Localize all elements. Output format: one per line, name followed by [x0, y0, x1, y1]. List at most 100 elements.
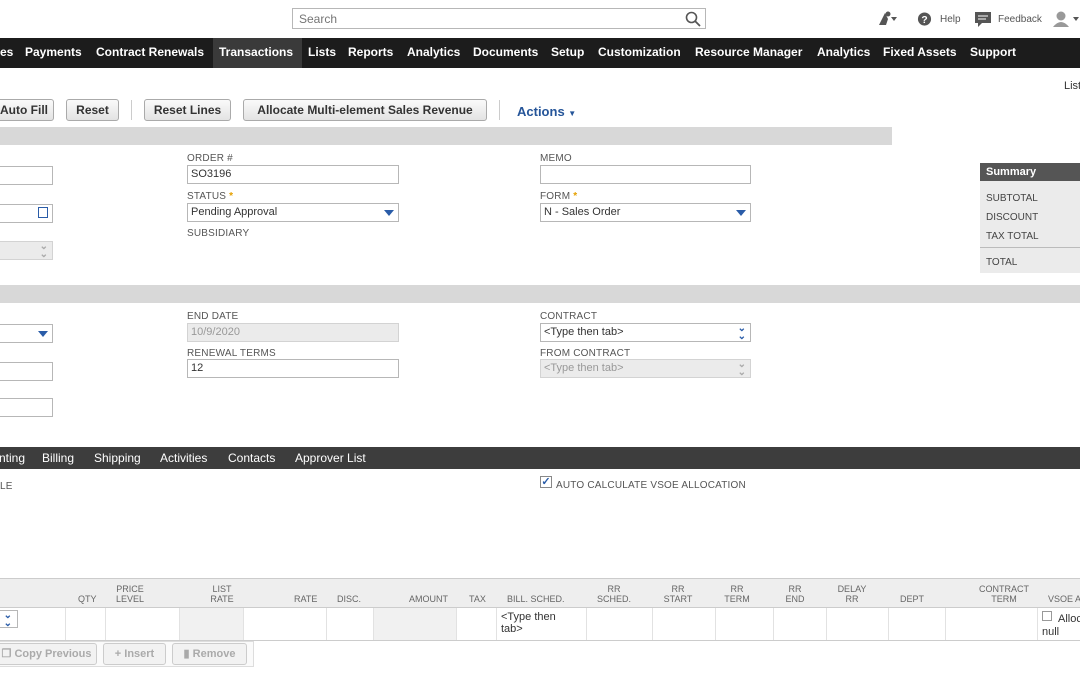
item-select[interactable]: ⌄ ⌄	[0, 610, 18, 629]
actions-menu[interactable]: Actions ▼	[517, 104, 576, 119]
nav-item-analytics[interactable]: Analytics	[401, 38, 466, 68]
col-rr-term: RR TERM	[724, 584, 750, 604]
renewal-terms-value: 12	[191, 362, 204, 374]
price-level-cell[interactable]	[106, 608, 180, 640]
nav-item-lists[interactable]: Lists	[302, 38, 342, 68]
contract-field[interactable]: <Type then tab> ⌄ ⌄	[540, 323, 751, 342]
tab-approver-list[interactable]: Approver List	[295, 447, 366, 469]
edit-icon[interactable]	[1042, 611, 1052, 621]
rr-sched-cell[interactable]	[587, 608, 653, 640]
delay-rr-cell[interactable]	[827, 608, 889, 640]
search-icon[interactable]	[685, 11, 701, 27]
auto-fill-button[interactable]: Auto Fill	[0, 99, 54, 121]
top-bar: ? Help Feedback	[0, 0, 1080, 38]
primary-section-header	[0, 127, 892, 145]
tax-cell[interactable]	[457, 608, 497, 640]
global-search[interactable]	[292, 8, 706, 29]
reset-lines-button[interactable]: Reset Lines	[144, 99, 231, 121]
order-number-field[interactable]: SO3196	[187, 165, 399, 184]
recent-records-icon[interactable]	[876, 11, 900, 27]
help-link[interactable]: Help	[940, 14, 961, 25]
nav-item-resource-manager[interactable]: Resource Manager	[689, 38, 808, 68]
nav-item-contract-renewals[interactable]: Contract Renewals	[90, 38, 210, 68]
memo-label: MEMO	[540, 153, 572, 164]
rr-start-cell[interactable]	[653, 608, 716, 640]
nav-item-reports[interactable]: Reports	[342, 38, 399, 68]
tab-accounting[interactable]: nting	[0, 447, 25, 469]
col-bill-sched: BILL. SCHED.	[507, 594, 565, 604]
summary-tax-total: TAX TOTAL	[986, 231, 1039, 242]
left-field-2[interactable]	[0, 362, 53, 381]
insert-button[interactable]: + Insert	[103, 643, 166, 665]
col-rr-start: RR START	[663, 584, 693, 604]
item-cell[interactable]: ⌄ ⌄	[0, 608, 66, 640]
col-contract-term: CONTRACT TERM	[979, 584, 1029, 604]
col-rr-end: RR END	[785, 584, 805, 604]
auto-calc-checkbox[interactable]: ✓	[540, 476, 552, 488]
dept-cell[interactable]	[889, 608, 946, 640]
list-link[interactable]: List	[1064, 80, 1080, 92]
col-qty: QTY	[78, 594, 97, 604]
remove-button[interactable]: ▮ Remove	[172, 643, 247, 665]
double-chevron-icon: ⌄ ⌄	[39, 241, 48, 260]
left-select-1[interactable]	[0, 204, 53, 223]
user-avatar-icon[interactable]	[1052, 11, 1080, 27]
table-row[interactable]: ⌄ ⌄ <Type then tab> Alloc null	[0, 608, 1080, 641]
nav-item-customization[interactable]: Customization	[592, 38, 687, 68]
left-select-2[interactable]	[0, 324, 53, 343]
nav-item-analytics-2[interactable]: Analytics	[811, 38, 876, 68]
bill-sched-value: <Type then tab>	[501, 611, 556, 635]
vsoe-cell[interactable]: Alloc null	[1038, 608, 1080, 640]
end-date-field: 10/9/2020	[187, 323, 399, 342]
summary-box: Summary SUBTOTAL DISCOUNT TAX TOTAL TOTA…	[980, 163, 1080, 273]
memo-field[interactable]	[540, 165, 751, 184]
form-value: N - Sales Order	[544, 206, 621, 218]
list-rate-cell	[180, 608, 244, 640]
tab-contacts[interactable]: Contacts	[228, 447, 275, 469]
required-marker: *	[573, 191, 578, 202]
status-select[interactable]: Pending Approval	[187, 203, 399, 222]
qty-cell[interactable]	[66, 608, 106, 640]
double-chevron-icon[interactable]: ⌄ ⌄	[738, 324, 746, 341]
required-marker: *	[229, 191, 234, 202]
search-input[interactable]	[293, 9, 685, 28]
nav-item-payments[interactable]: Payments	[19, 38, 88, 68]
form-select[interactable]: N - Sales Order	[540, 203, 751, 222]
toolbar-divider	[131, 100, 132, 120]
left-field-1[interactable]	[0, 166, 53, 185]
copy-previous-button[interactable]: ❐ Copy Previous	[0, 643, 97, 665]
nav-item-fixed-assets[interactable]: Fixed Assets	[877, 38, 963, 68]
feedback-icon[interactable]	[974, 11, 992, 27]
from-contract-label: FROM CONTRACT	[540, 348, 631, 359]
summary-total: TOTAL	[986, 257, 1018, 268]
feedback-link[interactable]: Feedback	[998, 14, 1042, 25]
nav-item-transactions[interactable]: Transactions	[213, 38, 302, 68]
nav-item-documents[interactable]: Documents	[467, 38, 544, 68]
end-date-label: END DATE	[187, 311, 239, 322]
double-chevron-icon[interactable]: ⌄ ⌄	[4, 611, 12, 629]
end-date-value: 10/9/2020	[191, 326, 240, 338]
subtab-bar: nting Billing Shipping Activities Contac…	[0, 447, 1080, 469]
renewal-terms-field[interactable]: 12	[187, 359, 399, 378]
rate-cell[interactable]	[244, 608, 327, 640]
col-delay-rr: DELAY RR	[837, 584, 867, 604]
rr-term-cell[interactable]	[716, 608, 774, 640]
contract-label: CONTRACT	[540, 311, 598, 322]
bill-sched-cell[interactable]: <Type then tab>	[497, 608, 587, 640]
calendar-icon[interactable]	[38, 207, 48, 218]
dropdown-arrow-icon	[384, 210, 394, 216]
nav-item-sales[interactable]: es	[0, 38, 19, 68]
contract-term-cell[interactable]	[946, 608, 1038, 640]
reset-button[interactable]: Reset	[66, 99, 119, 121]
disc-cell[interactable]	[327, 608, 374, 640]
tab-activities[interactable]: Activities	[160, 447, 207, 469]
help-icon[interactable]: ?	[917, 11, 932, 27]
nav-item-setup[interactable]: Setup	[545, 38, 590, 68]
tab-billing[interactable]: Billing	[42, 447, 74, 469]
nav-item-support[interactable]: Support	[964, 38, 1022, 68]
left-field-3[interactable]	[0, 398, 53, 417]
rr-end-cell[interactable]	[774, 608, 827, 640]
tab-shipping[interactable]: Shipping	[94, 447, 141, 469]
allocate-revenue-button[interactable]: Allocate Multi-element Sales Revenue	[243, 99, 487, 121]
items-left-label: LE	[0, 481, 13, 492]
